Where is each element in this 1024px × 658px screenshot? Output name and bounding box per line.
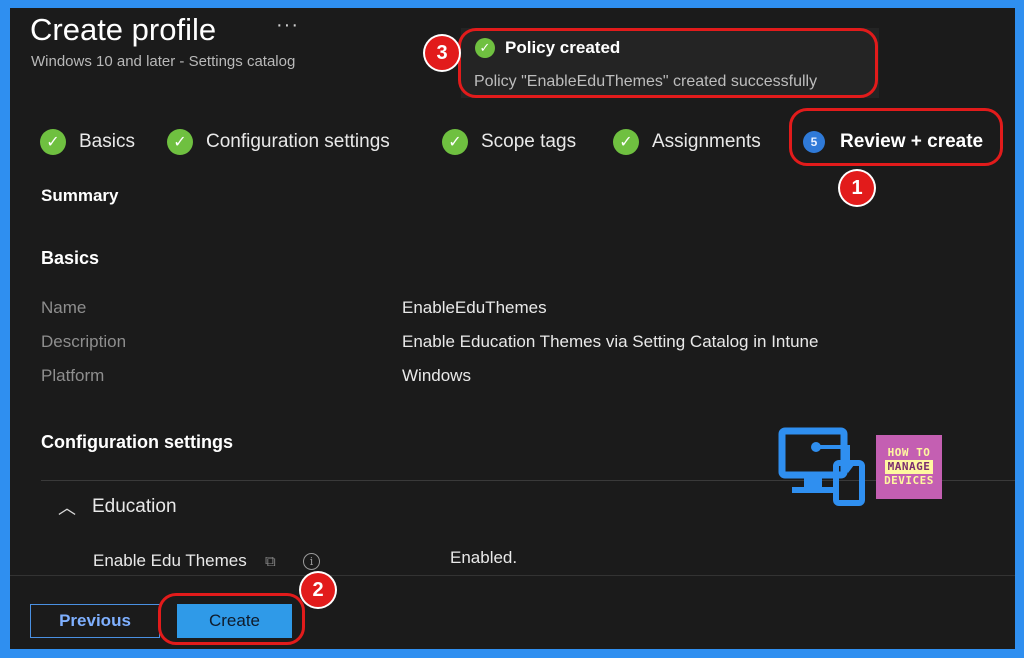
- tab-assignments[interactable]: ✓ Assignments: [613, 124, 761, 160]
- tab-scope-tags[interactable]: ✓ Scope tags: [442, 124, 576, 160]
- platform-value: Windows: [402, 366, 471, 385]
- logo-badge: HOW TO MANAGE DEVICES: [876, 435, 942, 499]
- tab-label: Scope tags: [481, 131, 577, 152]
- tab-label: Assignments: [652, 131, 761, 152]
- more-options-icon[interactable]: ···: [276, 14, 299, 37]
- basics-heading: Basics: [41, 248, 100, 268]
- completed-check-icon: ✓: [167, 129, 193, 155]
- create-profile-page: Create profile ··· Windows 10 and later …: [10, 8, 1015, 649]
- education-group-label: Education: [92, 496, 177, 517]
- annotation-badge-3: 3: [425, 36, 459, 70]
- how-to-manage-devices-logo: HOW TO MANAGE DEVICES: [778, 423, 948, 513]
- logo-line-2: MANAGE: [884, 460, 934, 474]
- tab-label: Basics: [79, 131, 135, 152]
- completed-check-icon: ✓: [442, 129, 468, 155]
- description-value: Enable Education Themes via Setting Cata…: [402, 332, 819, 351]
- chevron-up-icon: ︿: [58, 498, 76, 518]
- education-group-toggle[interactable]: ︿ Education: [58, 494, 177, 520]
- tab-basics[interactable]: ✓ Basics: [40, 124, 135, 160]
- previous-button[interactable]: Previous: [30, 604, 160, 638]
- annotation-badge-2: 2: [301, 573, 335, 607]
- completed-check-icon: ✓: [613, 129, 639, 155]
- logo-line-1: HOW TO: [887, 446, 931, 459]
- annotation-badge-1: 1: [840, 171, 874, 205]
- name-label: Name: [41, 298, 87, 317]
- annotation-oval-create: [158, 593, 305, 645]
- annotation-oval-toast: [458, 28, 878, 98]
- summary-heading: Summary: [41, 186, 119, 205]
- platform-label: Platform: [41, 366, 105, 385]
- page-subtitle: Windows 10 and later - Settings catalog: [31, 53, 296, 70]
- completed-check-icon: ✓: [40, 129, 66, 155]
- logo-line-3: DEVICES: [884, 474, 934, 487]
- enable-edu-themes-label: Enable Edu Themes: [93, 551, 247, 570]
- tab-label: Configuration settings: [206, 131, 390, 152]
- enable-edu-themes-value: Enabled.: [450, 548, 518, 567]
- description-label: Description: [41, 332, 127, 351]
- configuration-settings-heading: Configuration settings: [41, 432, 233, 452]
- copy-icon[interactable]: ⧉: [265, 553, 276, 570]
- monitor-devices-icon: [778, 427, 865, 506]
- tab-configuration-settings[interactable]: ✓ Configuration settings: [167, 124, 390, 160]
- name-value: EnableEduThemes: [402, 298, 547, 317]
- info-icon[interactable]: i: [303, 553, 320, 570]
- annotation-oval-review-tab: [789, 108, 1003, 166]
- page-title: Create profile: [30, 12, 217, 47]
